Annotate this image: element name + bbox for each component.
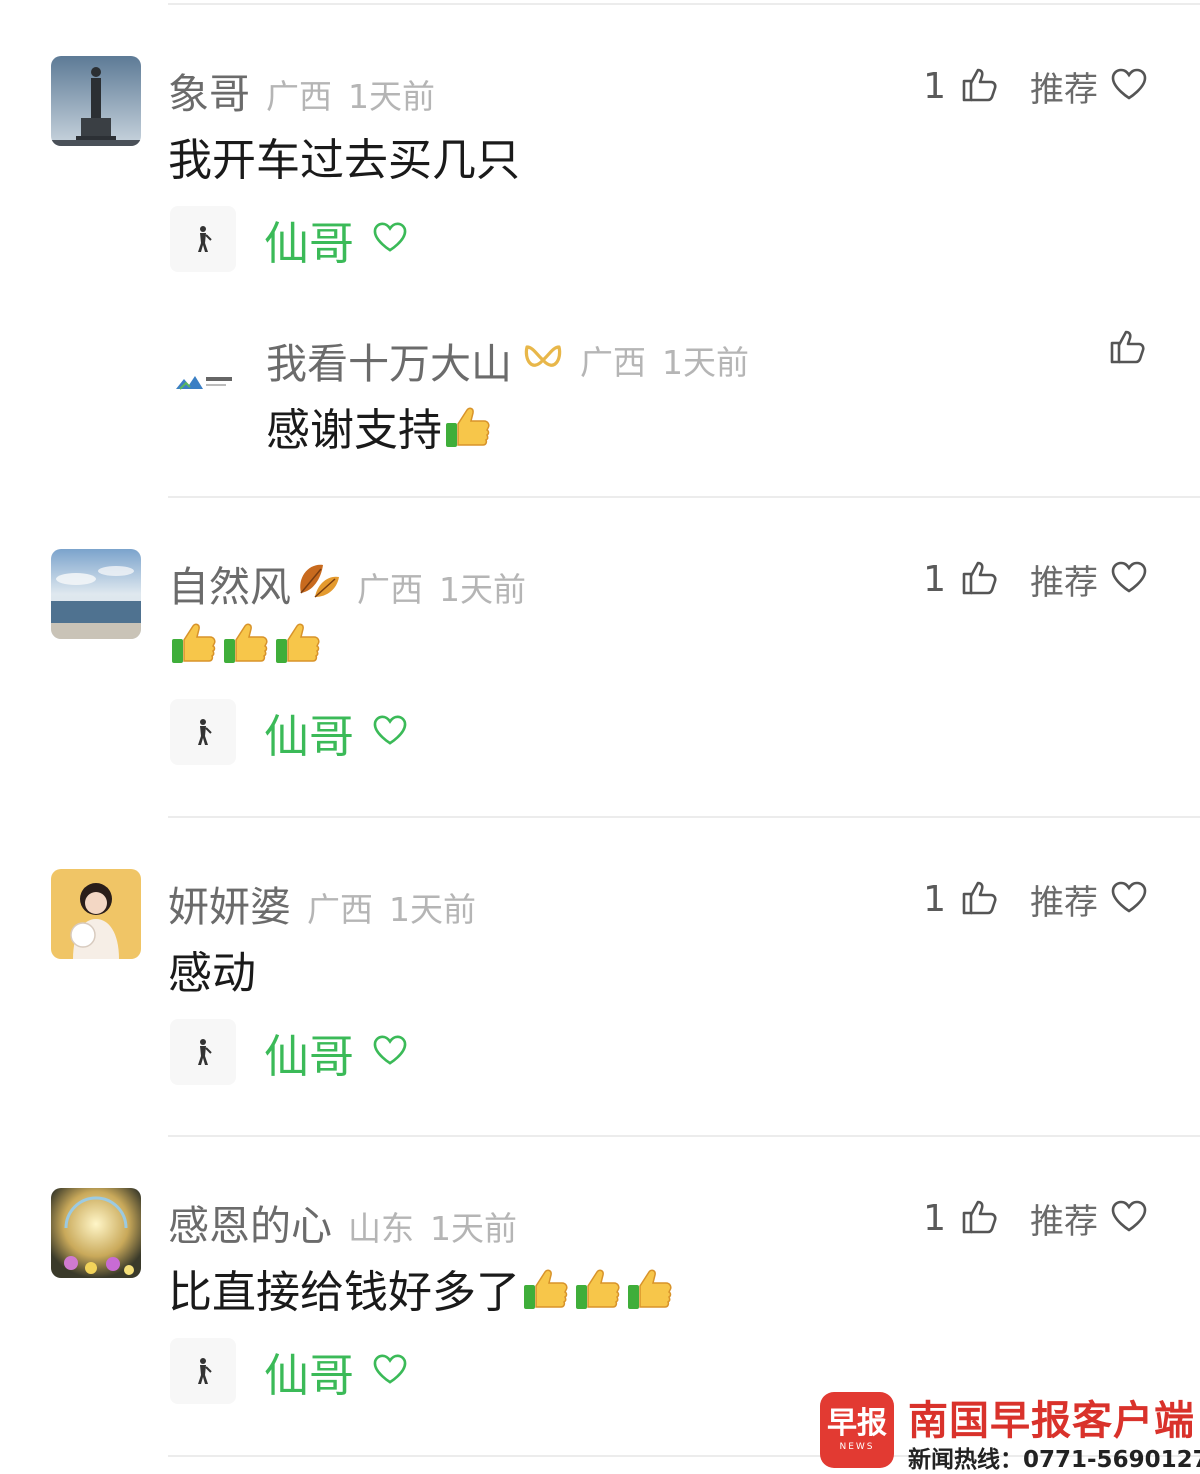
brand-name: 南国早报客户端 [908,1398,1195,1444]
heart-icon [372,714,408,750]
creator-badge-icon [522,341,564,379]
like-count: 1 [923,878,946,920]
commenter-name[interactable]: 感恩的心 [168,1192,332,1252]
avatar[interactable] [51,869,141,959]
divider [168,3,1200,5]
thumbs-up-emoji-icon [274,617,324,667]
thumbs-up-emoji-icon [170,617,220,667]
location-label: 广西 [266,77,332,116]
timestamp: 1天前 [662,343,749,382]
comment-text: 我开车过去买几只 [168,135,520,186]
location-label: 广西 [580,343,646,382]
timestamp: 1天前 [430,1209,517,1248]
author-like-row: 仙哥 [170,206,408,272]
timestamp: 1天前 [348,77,435,116]
thumbs-up-icon[interactable] [960,877,1000,921]
comment-text [168,617,324,667]
divider [168,1135,1200,1137]
heart-icon[interactable] [1110,67,1148,105]
reply-text-content: 感谢支持 [266,405,442,456]
avatar[interactable] [51,56,141,146]
thumbs-up-emoji-icon [574,1263,624,1313]
author-like-row: 仙哥 [170,699,408,765]
avatar[interactable] [170,1019,236,1085]
avatar[interactable] [51,549,141,639]
news-watermark: 早报 NEWS 南国早报客户端 新闻热线：0771-5690127 [818,1392,1200,1474]
fallen-leaf-icon [293,557,341,601]
commenter-name[interactable]: 妍妍婆 [168,873,291,933]
divider [168,816,1200,818]
recommend-label[interactable]: 推荐 [1030,1194,1098,1243]
location-label: 广西 [357,570,423,609]
avatar[interactable] [170,699,236,765]
recommend-label[interactable]: 推荐 [1030,555,1098,604]
avatar[interactable] [170,206,236,272]
like-count: 1 [923,558,946,600]
recommend-label[interactable]: 推荐 [1030,875,1098,924]
avatar[interactable] [170,1338,236,1404]
comment-text: 感动 [168,948,256,999]
replier-name[interactable]: 我看十万大山 [266,330,512,390]
thumbs-up-icon[interactable] [960,64,1000,108]
thumbs-up-emoji-icon [222,617,272,667]
author-like-row: 仙哥 [170,1338,408,1404]
thumbs-up-emoji-icon [444,401,494,451]
newspaper-logo: 早报 NEWS [820,1392,894,1468]
heart-icon [372,1353,408,1389]
thumbs-up-icon[interactable] [960,1196,1000,1240]
comment-text-content: 比直接给钱好多了 [168,1267,520,1318]
thumbs-up-icon[interactable] [1108,326,1148,370]
reply-text: 感谢支持 [266,394,494,458]
hotline-text: 新闻热线：0771-5690127 [908,1447,1200,1473]
like-count: 1 [923,65,946,107]
location-label: 广西 [307,890,373,929]
divider [168,496,1200,498]
thumbs-up-emoji-icon [522,1263,572,1313]
thumbs-up-emoji-icon [626,1263,676,1313]
like-count: 1 [923,1197,946,1239]
heart-icon[interactable] [1110,1199,1148,1237]
heart-icon[interactable] [1110,880,1148,918]
author-like-row: 仙哥 [170,1019,408,1085]
author-name[interactable]: 仙哥 [264,1339,354,1404]
comment-text: 比直接给钱好多了 [168,1256,676,1320]
timestamp: 1天前 [389,890,476,929]
location-label: 山东 [348,1209,414,1248]
recommend-label[interactable]: 推荐 [1030,62,1098,111]
avatar[interactable] [172,348,238,414]
commenter-name[interactable]: 自然风 [168,553,291,613]
author-name[interactable]: 仙哥 [264,700,354,765]
timestamp: 1天前 [439,570,526,609]
author-name[interactable]: 仙哥 [264,207,354,272]
heart-icon [372,221,408,257]
avatar[interactable] [51,1188,141,1278]
logo-subtext: NEWS [839,1441,875,1452]
thumbs-up-icon[interactable] [960,557,1000,601]
heart-icon [372,1034,408,1070]
heart-icon[interactable] [1110,560,1148,598]
logo-text: 早报 [827,1405,887,1441]
commenter-name[interactable]: 象哥 [168,60,250,120]
author-name[interactable]: 仙哥 [264,1020,354,1085]
